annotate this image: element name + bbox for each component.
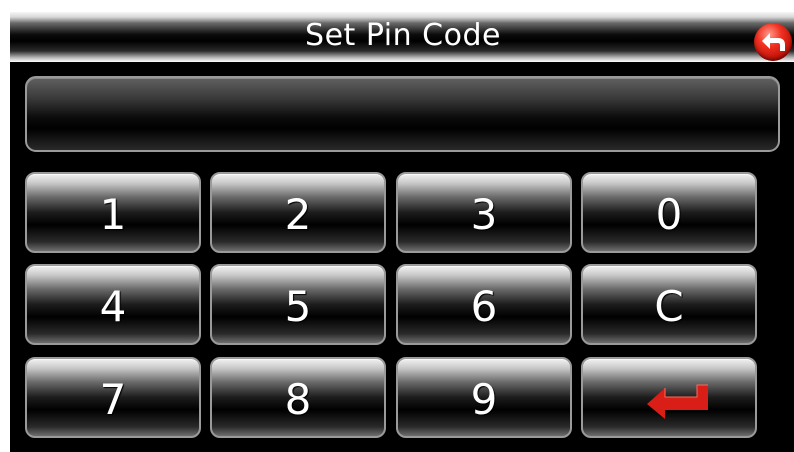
key-label: 1	[99, 190, 127, 239]
key-label: 2	[284, 190, 312, 239]
key-label: 4	[99, 282, 127, 331]
key-6[interactable]: 6	[396, 264, 572, 345]
pin-display-field[interactable]	[25, 76, 780, 152]
key-label: 0	[655, 190, 683, 239]
key-label: 7	[99, 375, 127, 424]
key-label: 6	[470, 282, 498, 331]
title-bar: Set Pin Code	[10, 12, 794, 62]
key-label: 8	[284, 375, 312, 424]
key-1[interactable]: 1	[25, 172, 201, 253]
key-7[interactable]: 7	[25, 357, 201, 438]
key-label: 3	[470, 190, 498, 239]
key-label: 9	[470, 375, 498, 424]
pin-code-screen: Set Pin Code 1 2 3 0 4 5 6 C 7 8 9	[10, 12, 794, 452]
clear-button[interactable]: C	[581, 264, 757, 345]
key-9[interactable]: 9	[396, 357, 572, 438]
back-button[interactable]	[754, 23, 792, 61]
key-4[interactable]: 4	[25, 264, 201, 345]
back-arrow-icon	[762, 33, 785, 51]
key-8[interactable]: 8	[210, 357, 386, 438]
enter-arrow-icon	[647, 384, 708, 419]
key-2[interactable]: 2	[210, 172, 386, 253]
page-title: Set Pin Code	[305, 18, 501, 53]
key-5[interactable]: 5	[210, 264, 386, 345]
key-label: C	[654, 282, 684, 331]
enter-button[interactable]	[581, 357, 757, 438]
key-0[interactable]: 0	[581, 172, 757, 253]
key-label: 5	[284, 282, 312, 331]
key-3[interactable]: 3	[396, 172, 572, 253]
